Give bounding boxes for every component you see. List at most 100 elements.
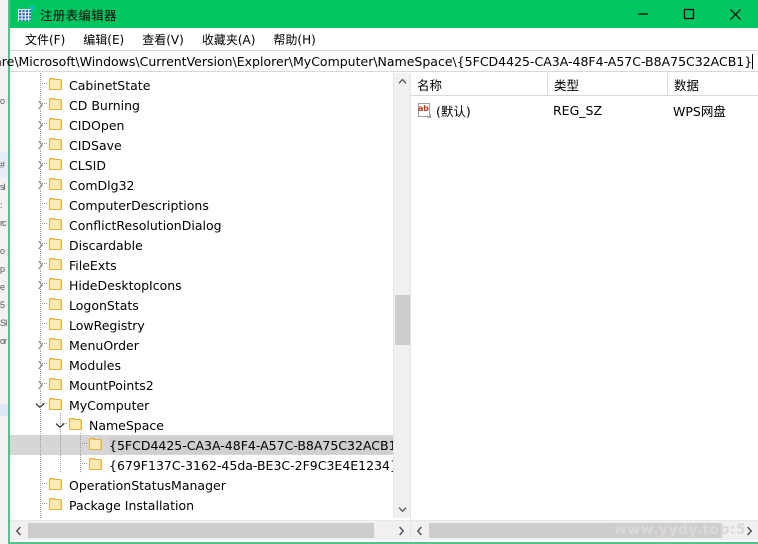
tree-guide-line: [40, 323, 48, 324]
tree-item-label: CabinetState: [69, 77, 151, 93]
minimize-button[interactable]: [620, 0, 666, 28]
tree-vertical-scrollbar[interactable]: [393, 73, 410, 518]
folder-icon: [48, 197, 64, 213]
column-header-name[interactable]: 名称: [411, 73, 547, 95]
tree-guide-line: [60, 423, 68, 424]
chevron-left-icon[interactable]: [411, 521, 428, 540]
column-header-type[interactable]: 类型: [547, 73, 667, 95]
tree-guide-line: [40, 143, 48, 144]
menu-help[interactable]: 帮助(H): [264, 29, 324, 50]
values-horizontal-scrollbar[interactable]: [411, 520, 758, 540]
menu-edit[interactable]: 编辑(E): [74, 29, 133, 50]
tree-item[interactable]: ComDlg32: [10, 175, 393, 195]
tree-item[interactable]: HideDesktopIcons: [10, 275, 393, 295]
address-bar[interactable]: \Software\Microsoft\Windows\CurrentVersi…: [0, 50, 758, 72]
menu-view[interactable]: 查看(V): [133, 29, 193, 50]
menu-bar: 文件(F) 编辑(E) 查看(V) 收藏夹(A) 帮助(H): [10, 28, 758, 50]
folder-icon: [48, 477, 64, 493]
close-button[interactable]: [712, 0, 758, 28]
tree-guide-line: [60, 453, 61, 473]
key-tree-pane: CabinetState CD Burning CIDOpen CIDSave CLSI…: [10, 73, 411, 540]
column-header-data[interactable]: 数据: [667, 73, 758, 95]
tree-item[interactable]: Package Installation: [10, 495, 393, 515]
tree-item-label: NameSpace: [89, 417, 164, 433]
folder-icon: [48, 277, 64, 293]
tree-item[interactable]: ConflictResolutionDialog: [10, 215, 393, 235]
menu-file[interactable]: 文件(F): [16, 29, 74, 50]
tree-item[interactable]: LogonStats: [10, 295, 393, 315]
tree-guide-line: [40, 283, 48, 284]
tree-item[interactable]: MountPoints2: [10, 375, 393, 395]
tree-item[interactable]: FileExts: [10, 255, 393, 275]
tree-guide-line: [40, 83, 48, 84]
menu-favorites[interactable]: 收藏夹(A): [193, 29, 265, 50]
value-name-cell[interactable]: ab (默认): [411, 101, 547, 120]
key-tree: CabinetState CD Burning CIDOpen CIDSave CLSI…: [10, 73, 393, 518]
registry-grid-icon: [18, 5, 34, 22]
tree-guide-line: [40, 413, 41, 433]
tree-item-label: Package Installation: [69, 497, 195, 513]
folder-icon: [48, 97, 64, 113]
folder-icon: [48, 257, 64, 273]
tree-item[interactable]: {5FCD4425-CA3A-48F4-A57C-B8A75C32ACB1}: [10, 435, 393, 455]
maximize-button[interactable]: [666, 0, 712, 28]
address-bar-value[interactable]: \Software\Microsoft\Windows\CurrentVersi…: [0, 54, 752, 69]
values-hscroll-thumb[interactable]: [429, 523, 722, 538]
text-caret: [752, 53, 754, 69]
tree-item[interactable]: CIDOpen: [10, 115, 393, 135]
tree-guide-line: [40, 303, 48, 304]
tree-item[interactable]: LowRegistry: [10, 315, 393, 335]
folder-icon: [48, 517, 64, 518]
tree-item[interactable]: Discardable: [10, 235, 393, 255]
tree-item[interactable]: CD Burning: [10, 95, 393, 115]
tree-item[interactable]: {679F137C-3162-45da-BE3C-2F9C3E4E1234}: [10, 455, 393, 475]
key-tree-scroll-area: CabinetState CD Burning CIDOpen CIDSave CLSI…: [10, 73, 393, 518]
tree-item[interactable]: MyComputer: [10, 395, 393, 415]
title-bar: 注册表编辑器: [10, 0, 758, 28]
chevron-down-icon[interactable]: [394, 501, 410, 518]
values-pane: 名称 类型 数据 ab (默认) REG_SZ WPS网盘 www.yydy.t…: [411, 73, 758, 540]
folder-icon: [88, 457, 104, 473]
value-name-text: (默认): [436, 103, 471, 119]
tree-item-label: CIDOpen: [69, 117, 125, 133]
chevron-up-icon[interactable]: [394, 73, 410, 90]
tree-guide-line: [40, 503, 48, 504]
chevron-left-icon[interactable]: [10, 521, 27, 540]
tree-guide-line: [40, 383, 48, 384]
folder-icon: [48, 497, 64, 513]
tree-guide-line: [40, 243, 48, 244]
tree-item-label: LogonStats: [69, 297, 139, 313]
tree-item[interactable]: CLSID: [10, 155, 393, 175]
tree-item[interactable]: MenuOrder: [10, 335, 393, 355]
tree-item[interactable]: ComputerDescriptions: [10, 195, 393, 215]
value-row[interactable]: ab (默认) REG_SZ WPS网盘: [411, 100, 758, 120]
chevron-right-icon[interactable]: [393, 521, 410, 540]
tree-item[interactable]: Modules: [10, 355, 393, 375]
tree-item[interactable]: CIDSave: [10, 135, 393, 155]
tree-scroll-thumb[interactable]: [395, 295, 410, 345]
tree-guide-line: [40, 163, 48, 164]
tree-item[interactable]: OperationStatusManager: [10, 475, 393, 495]
tree-hscroll-thumb[interactable]: [28, 523, 374, 538]
chevron-right-icon[interactable]: [741, 521, 758, 540]
string-value-icon: ab: [417, 102, 432, 118]
folder-icon: [48, 297, 64, 313]
tree-guide-line: [40, 363, 48, 364]
tree-horizontal-scrollbar[interactable]: [10, 520, 410, 540]
tree-guide-line: [40, 433, 41, 453]
tree-item[interactable]: NameSpace: [10, 415, 393, 435]
tree-item-label: CD Burning: [69, 97, 140, 113]
tree-guide-line: [40, 203, 48, 204]
folder-icon: [88, 437, 104, 453]
tree-item[interactable]: CabinetState: [10, 75, 393, 95]
tree-item[interactable]: PhotoPrintingWizard: [10, 515, 393, 519]
folder-icon: [48, 337, 64, 353]
tree-item-label: Discardable: [69, 237, 143, 253]
folder-icon: [48, 117, 64, 133]
tree-guide-line: [40, 183, 48, 184]
tree-guide-line: [40, 483, 48, 484]
folder-icon: [48, 77, 64, 93]
tree-guide-line: [40, 263, 48, 264]
tree-guide-line: [40, 223, 48, 224]
tree-item-label: {679F137C-3162-45da-BE3C-2F9C3E4E1234}: [109, 457, 393, 473]
